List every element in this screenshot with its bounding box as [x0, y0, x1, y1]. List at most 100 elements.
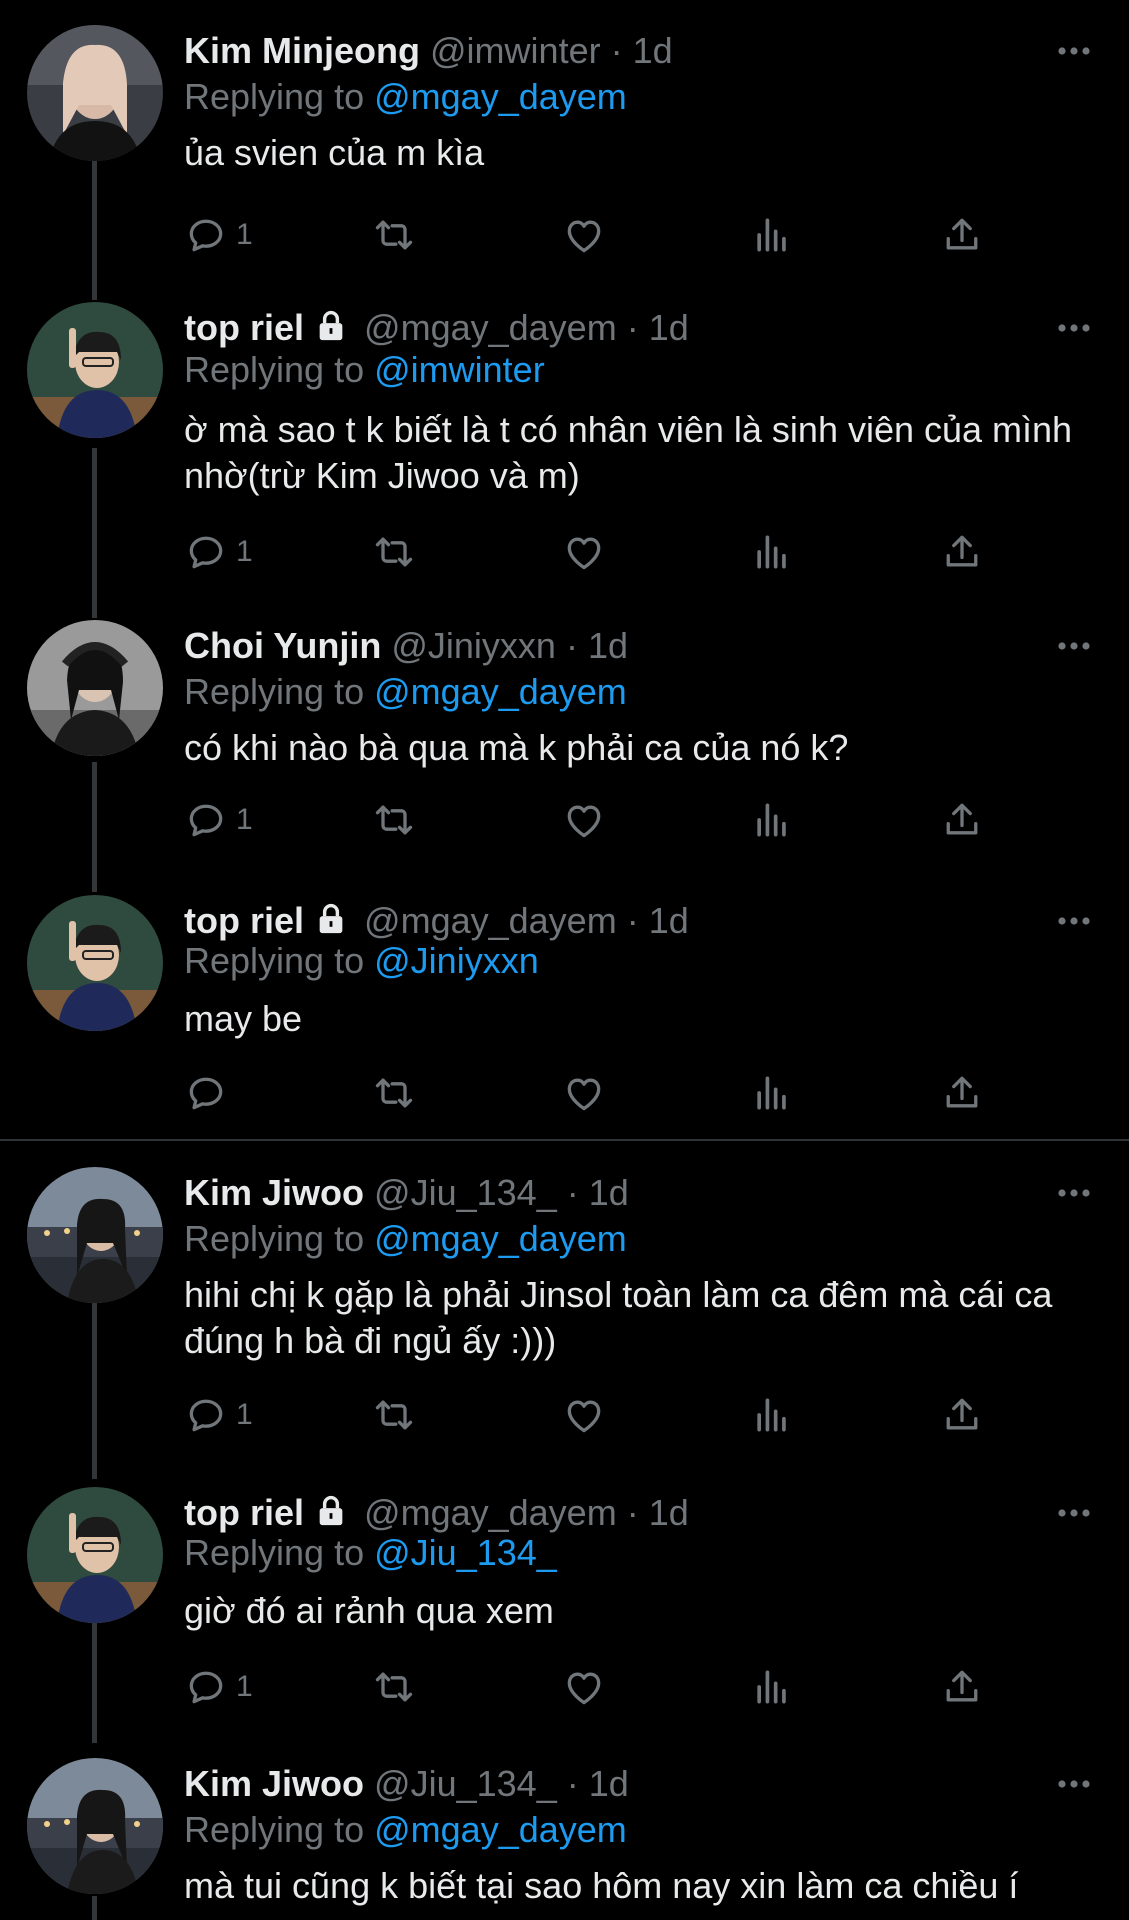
reply-mention-link[interactable]: @mgay_dayem [374, 1218, 627, 1259]
user-handle[interactable]: @mgay_dayem [364, 307, 617, 348]
share-button[interactable] [940, 210, 984, 260]
like-button[interactable] [562, 210, 606, 260]
avatar[interactable] [27, 25, 163, 161]
user-handle[interactable]: @Jiu_134_ [374, 1763, 557, 1804]
display-name[interactable]: Kim Minjeong [184, 30, 420, 71]
analytics-icon [757, 1670, 786, 1704]
reply-button[interactable] [184, 1068, 236, 1118]
reply-button[interactable]: 1 [184, 795, 253, 845]
tweet[interactable]: Choi Yunjin @Jiniyxxn · 1d Replying to @… [0, 615, 1129, 865]
tweet-text: có khi nào bà qua mà k phải ca của nó k? [184, 727, 849, 768]
avatar[interactable] [27, 1487, 163, 1623]
analytics-button[interactable] [750, 210, 794, 260]
tweet-text: hihi chị k gặp là phải Jinsol toàn làm c… [184, 1274, 1053, 1361]
like-button[interactable] [562, 1068, 606, 1118]
avatar[interactable] [27, 1758, 163, 1894]
replying-to: Replying to @mgay_dayem [184, 669, 627, 715]
retweet-button[interactable] [372, 795, 416, 845]
more-options-icon[interactable] [1054, 1498, 1094, 1528]
avatar[interactable] [27, 302, 163, 438]
reply-mention-link[interactable]: @Jiniyxxn [374, 940, 539, 981]
tweet[interactable]: top riel @mgay_dayem · 1d Replying to @J… [0, 890, 1129, 1140]
reply-icon [189, 219, 223, 252]
share-icon [946, 1670, 978, 1702]
analytics-button[interactable] [750, 1662, 794, 1712]
share-button[interactable] [940, 1068, 984, 1118]
reply-icon [189, 1671, 223, 1704]
like-button[interactable] [562, 527, 606, 577]
reply-mention-link[interactable]: @mgay_dayem [374, 76, 627, 117]
timestamp[interactable]: 1d [588, 625, 628, 666]
timestamp[interactable]: 1d [649, 307, 689, 348]
reply-button[interactable]: 1 [184, 210, 253, 260]
share-button[interactable] [940, 795, 984, 845]
user-handle[interactable]: @Jiu_134_ [374, 1172, 557, 1213]
retweet-button[interactable] [372, 210, 416, 260]
share-button[interactable] [940, 1662, 984, 1712]
display-name[interactable]: top riel [184, 307, 304, 348]
reply-mention-link[interactable]: @imwinter [374, 349, 545, 390]
display-name[interactable]: Kim Jiwoo [184, 1172, 364, 1213]
analytics-icon [757, 803, 786, 837]
tweet[interactable]: top riel @mgay_dayem · 1d Replying to @i… [0, 297, 1129, 597]
like-button[interactable] [562, 1662, 606, 1712]
display-name[interactable]: top riel [184, 1492, 304, 1533]
lock-icon [319, 903, 343, 934]
retweet-button[interactable] [372, 1662, 416, 1712]
user-handle[interactable]: @imwinter [430, 30, 601, 71]
reply-button[interactable]: 1 [184, 1390, 253, 1440]
reply-count: 1 [236, 218, 253, 251]
display-name[interactable]: Choi Yunjin [184, 625, 381, 666]
replying-label: Replying to [184, 1532, 365, 1573]
share-button[interactable] [940, 1390, 984, 1440]
reply-button[interactable]: 1 [184, 527, 253, 577]
like-button[interactable] [562, 1390, 606, 1440]
more-options-icon[interactable] [1054, 1178, 1094, 1208]
heart-icon [567, 1078, 601, 1111]
timestamp[interactable]: 1d [633, 30, 673, 71]
timestamp[interactable]: 1d [589, 1172, 629, 1213]
lock-icon [319, 1495, 343, 1526]
timestamp[interactable]: 1d [649, 900, 689, 941]
tweet-text: mà tui cũng k biết tại sao hôm nay xin l… [184, 1865, 1019, 1906]
more-options-icon[interactable] [1054, 313, 1094, 343]
user-handle[interactable]: @mgay_dayem [364, 900, 617, 941]
analytics-button[interactable] [750, 795, 794, 845]
replying-label: Replying to [184, 76, 365, 117]
like-button[interactable] [562, 795, 606, 845]
reply-button[interactable]: 1 [184, 1662, 253, 1712]
avatar[interactable] [27, 1167, 163, 1303]
avatar[interactable] [27, 620, 163, 756]
retweet-button[interactable] [372, 1068, 416, 1118]
timestamp[interactable]: 1d [649, 1492, 689, 1533]
tweet[interactable]: top riel @mgay_dayem · 1d Replying to @J… [0, 1482, 1129, 1732]
reply-mention-link[interactable]: @mgay_dayem [374, 1809, 627, 1850]
display-name[interactable]: Kim Jiwoo [184, 1763, 364, 1804]
reply-count: 1 [236, 1398, 253, 1431]
timestamp[interactable]: 1d [589, 1763, 629, 1804]
tweet[interactable]: Kim Jiwoo @Jiu_134_ · 1d Replying to @mg… [0, 1753, 1129, 1920]
more-options-icon[interactable] [1054, 36, 1094, 66]
user-handle[interactable]: @mgay_dayem [364, 1492, 617, 1533]
tweet-header: top riel @mgay_dayem · 1d [184, 305, 689, 351]
more-options-icon[interactable] [1054, 1769, 1094, 1799]
analytics-button[interactable] [750, 1390, 794, 1440]
tweet[interactable]: Kim Jiwoo @Jiu_134_ · 1d Replying to @mg… [0, 1162, 1129, 1462]
replying-to: Replying to @mgay_dayem [184, 1807, 627, 1853]
more-options-icon[interactable] [1054, 906, 1094, 936]
analytics-button[interactable] [750, 527, 794, 577]
reply-mention-link[interactable]: @Jiu_134_ [374, 1532, 557, 1573]
avatar[interactable] [27, 895, 163, 1031]
separator: · [566, 1172, 579, 1213]
more-options-icon[interactable] [1054, 631, 1094, 661]
analytics-button[interactable] [750, 1068, 794, 1118]
retweet-icon [375, 537, 413, 567]
user-handle[interactable]: @Jiniyxxn [391, 625, 556, 666]
display-name[interactable]: top riel [184, 900, 304, 941]
tweet[interactable]: Kim Minjeong @imwinter · 1d Replying to … [0, 20, 1129, 270]
retweet-button[interactable] [372, 1390, 416, 1440]
share-button[interactable] [940, 527, 984, 577]
separator: · [626, 900, 639, 941]
reply-mention-link[interactable]: @mgay_dayem [374, 671, 627, 712]
retweet-button[interactable] [372, 527, 416, 577]
